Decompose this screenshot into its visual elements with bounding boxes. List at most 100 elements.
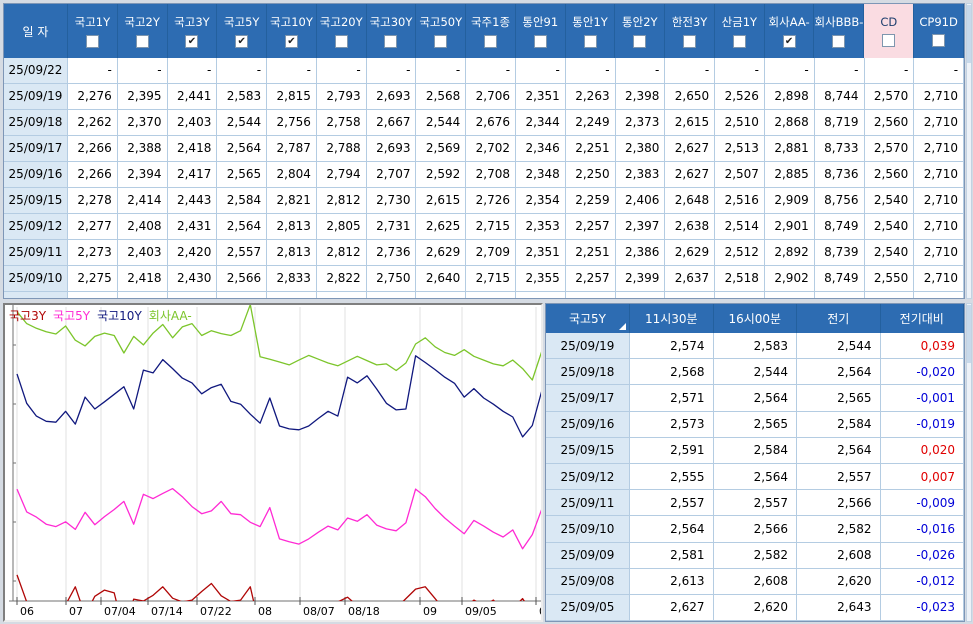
detail-column-header-전기[interactable]: 전기 [797, 304, 881, 333]
detail-date-cell: 25/09/11 [546, 490, 630, 517]
checkbox-국고10Y[interactable]: ✔ [284, 35, 298, 48]
rate-cell: 2,443 [167, 188, 218, 214]
checkbox-산금1Y[interactable] [732, 35, 746, 48]
rate-cell [516, 292, 566, 298]
detail-1130-cell: 2,591 [630, 437, 714, 464]
detail-change-cell: -0,009 [880, 490, 964, 517]
detail-1130-cell: 2,571 [630, 385, 714, 412]
checkbox-통안2Y[interactable] [633, 35, 647, 48]
checkbox-국고3Y[interactable]: ✔ [185, 35, 199, 48]
detail-column-header-11시30분[interactable]: 11시30분 [630, 304, 714, 333]
rate-cell: - [416, 58, 467, 84]
column-header-국고2Y[interactable]: 국고2Y [118, 4, 168, 58]
checkbox-국고5Y[interactable]: ✔ [235, 35, 249, 48]
rate-cell: 2,351 [516, 84, 566, 110]
detail-header-label: 전기 [827, 312, 850, 326]
detail-prev-cell: 2,643 [797, 594, 881, 621]
rate-cell: 2,275 [68, 266, 118, 292]
column-header-통안2Y[interactable]: 통안2Y [615, 4, 666, 58]
legend-item-국고5Y: 국고5Y [53, 309, 91, 323]
rate-cell: 2,909 [764, 188, 815, 214]
rate-cell: 2,629 [416, 240, 467, 266]
checkbox-국고1Y[interactable] [85, 35, 99, 48]
rate-cell: 2,565 [217, 162, 268, 188]
rate-cell: 2,510 [715, 110, 765, 136]
column-header-date[interactable]: 일 자 [4, 4, 68, 58]
detail-table-scrollbar[interactable] [966, 303, 972, 622]
detail-prev-cell: 2,544 [797, 333, 881, 360]
row-date-cell: 25/09/10 [4, 266, 68, 292]
column-header-한전3Y[interactable]: 한전3Y [665, 4, 715, 58]
rate-cell: 2,566 [217, 266, 268, 292]
checkbox-국고30Y[interactable] [384, 35, 398, 48]
rate-cell: 2,557 [217, 240, 268, 266]
legend-item-국고10Y: 국고10Y [97, 309, 142, 323]
rate-cell [466, 292, 517, 298]
detail-row: 25/09/16 2,573 2,565 2,584 -0,019 [546, 411, 964, 438]
detail-1130-cell: 2,581 [630, 542, 714, 569]
rate-cell: - [914, 58, 964, 84]
column-header-국고50Y[interactable]: 국고50Y [416, 4, 467, 58]
checkbox-CD[interactable] [882, 34, 896, 47]
column-header-회사AA-[interactable]: 회사AA- ✔ [765, 4, 815, 58]
rate-cell: - [665, 58, 716, 84]
checkbox-통안91[interactable] [533, 35, 547, 48]
chart-legend: 국고3Y 국고5Y 국고10Y 회사AA- [9, 307, 199, 324]
column-header-통안1Y[interactable]: 통안1Y [566, 4, 616, 58]
rate-cell: 2,560 [864, 162, 915, 188]
checkbox-회사AA-[interactable]: ✔ [782, 35, 796, 48]
table-row: 25/09/16 2,266 2,394 2,417 2,565 2,804 2,794 2,… [4, 162, 964, 188]
checkbox-회사BBB-[interactable] [832, 35, 846, 48]
column-header-CP91D[interactable]: CP91D [914, 4, 964, 58]
detail-prev-cell: 2,557 [797, 463, 881, 491]
column-header-국고1Y[interactable]: 국고1Y [68, 4, 118, 58]
column-header-국고3Y[interactable]: 국고3Y ✔ [168, 4, 218, 58]
rate-cell: - [764, 58, 815, 84]
column-header-국고10Y[interactable]: 국고10Y ✔ [267, 4, 317, 58]
column-header-산금1Y[interactable]: 산금1Y [715, 4, 765, 58]
legend-item-회사AA-: 회사AA- [148, 309, 192, 323]
detail-1600-cell: 2,584 [713, 437, 797, 464]
table-row: 25/09/15 2,278 2,414 2,443 2,584 2,821 2,812 2,… [4, 188, 964, 214]
rate-cell: 2,638 [665, 214, 716, 240]
rate-cell: 2,650 [665, 84, 716, 110]
checkbox-국고20Y[interactable] [334, 35, 348, 48]
detail-column-header-16시00분[interactable]: 16시00분 [714, 304, 797, 333]
rate-cell: 2,709 [466, 240, 517, 266]
column-header-국고30Y[interactable]: 국고30Y [367, 4, 417, 58]
detail-1600-cell: 2,557 [713, 490, 797, 517]
rate-cell: 2,513 [715, 136, 765, 162]
rates-table-scrollbar[interactable] [966, 3, 972, 299]
rate-cell: 2,710 [914, 266, 964, 292]
checkbox-CP91D[interactable] [932, 34, 946, 47]
column-header-회사BBB-[interactable]: 회사BBB- [814, 4, 865, 58]
column-header-국고5Y[interactable]: 국고5Y ✔ [217, 4, 268, 58]
rate-cell: 2,250 [565, 162, 616, 188]
column-header-국주1종[interactable]: 국주1종 [466, 4, 516, 58]
rate-cell: - [466, 58, 517, 84]
checkbox-국주1종[interactable] [484, 35, 497, 48]
detail-column-header-전기대비[interactable]: 전기대비 [881, 304, 964, 333]
detail-prev-cell: 2,565 [797, 385, 881, 412]
checkbox-통안1Y[interactable] [583, 35, 597, 48]
detail-change-cell: 0,007 [880, 463, 964, 491]
rate-cell [117, 292, 168, 298]
rate-cell: 2,707 [366, 162, 417, 188]
rate-cell: 2,794 [316, 162, 367, 188]
column-header-label: 산금1Y [721, 15, 758, 29]
rate-cell: - [615, 58, 666, 84]
detail-table: 국고5Y 11시30분 16시00분 전기 전기대비 25/09/19 2,574 2,58… [545, 303, 965, 622]
checkbox-국고2Y[interactable] [135, 35, 149, 48]
column-header-통안91[interactable]: 통안91 [516, 4, 566, 58]
checkbox-한전3Y[interactable] [683, 35, 697, 48]
detail-scrollbar-thumb[interactable] [967, 305, 971, 363]
checkbox-국고50Y[interactable] [434, 35, 448, 48]
detail-column-header-국고5Y[interactable]: 국고5Y [546, 304, 630, 333]
column-header-국고20Y[interactable]: 국고20Y [317, 4, 367, 58]
yield-chart-panel: 060707/0407/1407/220808/0708/180909/050 … [3, 303, 546, 622]
column-header-CD[interactable]: CD [864, 4, 915, 58]
rates-scrollbar-thumb[interactable] [967, 5, 971, 63]
row-date-cell [4, 292, 68, 298]
detail-1130-cell: 2,627 [630, 594, 714, 621]
rate-cell: 2,276 [68, 84, 118, 110]
